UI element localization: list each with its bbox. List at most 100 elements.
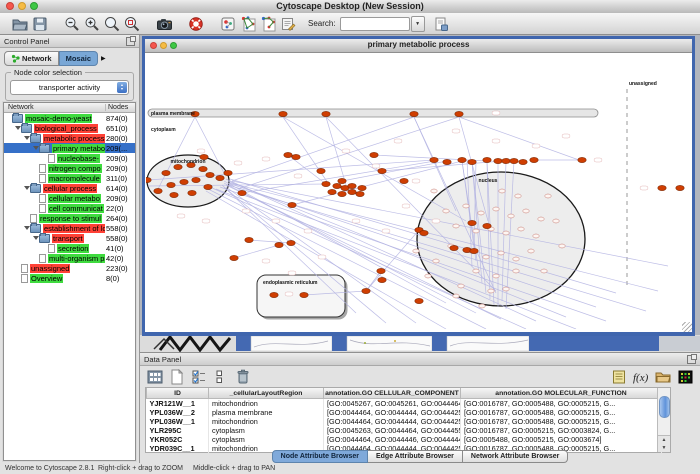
tree-row[interactable]: biological_process651(0) <box>4 123 135 133</box>
table-row[interactable]: YPL036W__2plasma membrane[GO:0044464, GO… <box>147 408 662 417</box>
tree-row[interactable]: macromolecule311(0) <box>4 173 135 183</box>
attribute-report-button[interactable] <box>610 368 628 386</box>
lifesaver-icon <box>188 16 204 32</box>
network-canvas-area[interactable]: plasma membrane cytoplasm mitochondrion … <box>145 53 692 332</box>
annotation-button[interactable] <box>278 14 298 34</box>
table-row[interactable]: YPL036W__1mitochondrion[GO:0044464, GO:0… <box>147 417 662 426</box>
data-panel-header: Data Panel <box>140 353 700 366</box>
expand-arrow-icon[interactable] <box>32 146 39 150</box>
unselect-attributes-button[interactable] <box>212 368 230 386</box>
import-attributes-button[interactable] <box>654 368 672 386</box>
graph-node <box>523 209 529 213</box>
tab-edge-attribute-browser[interactable]: Edge Attribute Browser <box>368 450 463 463</box>
resize-grip[interactable] <box>682 322 692 332</box>
open-button[interactable] <box>10 14 30 34</box>
background-windows-strip <box>140 335 700 352</box>
graph-node <box>528 249 534 253</box>
tree-row[interactable]: multi-organism pro42(0) <box>4 253 135 263</box>
graph-node <box>154 188 162 193</box>
tab-network[interactable]: Network <box>4 51 59 66</box>
delete-attribute-button[interactable] <box>234 368 252 386</box>
zoom-fit-button[interactable] <box>102 14 122 34</box>
layout-button-1[interactable] <box>238 14 258 34</box>
scrollbar-thumb[interactable] <box>659 396 670 418</box>
graph-node <box>192 177 200 182</box>
zoom-out-button[interactable] <box>62 14 82 34</box>
graph-node <box>362 288 370 293</box>
tab-node-attribute-browser[interactable]: Node Attribute Browser <box>272 450 368 463</box>
attribute-table-button[interactable] <box>146 368 164 386</box>
tree-row[interactable]: unassigned223(0) <box>4 263 135 273</box>
create-attribute-button[interactable] <box>168 368 186 386</box>
tree-row[interactable]: cellular process614(0) <box>4 183 135 193</box>
node-color-dropdown[interactable]: transporter activity ▲▼ <box>10 80 129 95</box>
unselect-attributes-icon <box>215 369 227 385</box>
graph-node <box>488 289 494 293</box>
table-row[interactable]: YLR295Ccytoplasm[GO:0045263, GO:0044464,… <box>147 426 662 435</box>
tree-row[interactable]: mosaic-demo-yeast874(0) <box>4 113 135 123</box>
expand-arrow-icon[interactable] <box>14 126 21 130</box>
expand-arrow-icon[interactable] <box>23 136 30 140</box>
tree-row[interactable]: establishment of lo558(0) <box>4 223 135 233</box>
formula-builder-button[interactable]: f(x) <box>632 368 650 386</box>
graph-node <box>317 168 325 173</box>
vizmapper-button[interactable] <box>218 14 238 34</box>
table-row[interactable]: YJR121W__1mitochondrion[GO:0045267, GO:0… <box>147 399 662 409</box>
plasma-membrane-label: plasma membrane <box>151 111 195 117</box>
node-color-dropdown-value: transporter activity <box>39 83 100 92</box>
table-cell: plasma membrane <box>209 408 324 417</box>
graph-node <box>174 164 182 169</box>
float-panel-icon[interactable] <box>687 355 696 364</box>
mitochondrion-label: mitochondrion <box>171 159 206 165</box>
select-attributes-button[interactable] <box>190 368 208 386</box>
tree-row[interactable]: metabolic process280(0) <box>4 133 135 143</box>
tab-mosaic[interactable]: Mosaic <box>59 51 98 66</box>
tree-row[interactable]: nitrogen compo209(0) <box>4 163 135 173</box>
help-button[interactable] <box>186 14 206 34</box>
column-header[interactable]: _cellularLayoutRegion <box>209 388 324 399</box>
expand-arrow-icon[interactable] <box>32 236 39 240</box>
graph-node <box>473 269 479 273</box>
column-header[interactable]: ID <box>147 388 209 399</box>
control-panel-title: Control Panel <box>4 37 49 46</box>
zoom-in-button[interactable] <box>82 14 102 34</box>
tree-row[interactable]: cellular metabo209(0) <box>4 193 135 203</box>
search-dropdown-button[interactable]: ▼ <box>411 16 425 32</box>
float-panel-icon[interactable] <box>126 37 135 46</box>
expand-arrow-icon[interactable] <box>23 186 30 190</box>
column-header[interactable]: annotation.GO MOLECULAR_FUNCTION <box>461 388 662 399</box>
snapshot-button[interactable] <box>154 14 174 34</box>
save-button[interactable] <box>30 14 50 34</box>
expand-arrow-icon[interactable] <box>23 226 30 230</box>
tree-row[interactable]: nucleobase-209(0) <box>4 153 135 163</box>
node-label-mark <box>342 149 350 153</box>
graph-node <box>400 178 408 183</box>
layout-button-2[interactable] <box>258 14 278 34</box>
tree-row[interactable]: transport558(0) <box>4 233 135 243</box>
graph-node <box>180 179 188 184</box>
zoom-selected-button[interactable] <box>122 14 142 34</box>
table-row[interactable]: YKR052Ccytoplasm[GO:0044464, GO:0044446,… <box>147 435 662 444</box>
tree-row-label: response to stimul <box>39 214 102 223</box>
graph-node <box>473 229 479 233</box>
search-input[interactable] <box>340 17 410 31</box>
graph-node <box>455 111 463 116</box>
tree-row[interactable]: secretion41(0) <box>4 243 135 253</box>
network-view-titlebar[interactable]: primary metabolic process <box>145 39 692 53</box>
tree-row[interactable]: cell communicat22(0) <box>4 203 135 213</box>
graph-node <box>518 227 524 231</box>
tab-overflow-arrow[interactable]: ▶ <box>101 55 106 62</box>
network-graph[interactable]: plasma membrane cytoplasm mitochondrion … <box>146 61 691 329</box>
tree-row-node-count: 311(0) <box>105 173 135 183</box>
graph-node <box>322 111 330 116</box>
table-vertical-scrollbar[interactable]: ▲▼ <box>657 388 670 452</box>
advanced-search-button[interactable] <box>431 14 451 34</box>
tree-row[interactable]: primary metabo209(... <box>4 143 135 153</box>
column-header[interactable]: annotation.GO CELLULAR_COMPONENT <box>324 388 461 399</box>
tab-mosaic-label: Mosaic <box>66 54 91 63</box>
tree-row[interactable]: response to stimul264(0) <box>4 213 135 223</box>
tree-row[interactable]: Overview8(0) <box>4 273 135 283</box>
attribute-matrix-button[interactable] <box>676 368 694 386</box>
tree-row-node-count: 223(0) <box>105 263 135 273</box>
tab-network-attribute-browser[interactable]: Network Attribute Browser <box>463 450 568 463</box>
